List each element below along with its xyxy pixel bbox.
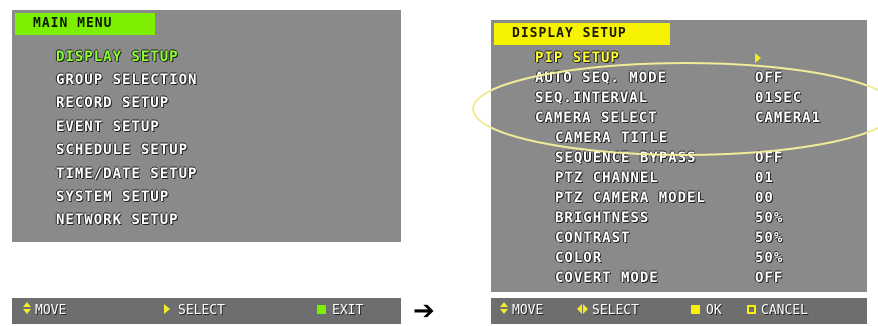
row-brightness[interactable]: BRIGHTNESS xyxy=(555,207,649,229)
value-brightness[interactable]: 50% xyxy=(755,207,783,229)
move-hint: MOVE xyxy=(499,298,543,324)
value-auto-seq-mode[interactable]: OFF xyxy=(755,67,783,89)
value-ptz-camera-model[interactable]: 00 xyxy=(755,187,774,209)
exit-hint: EXIT xyxy=(317,298,363,324)
value-covert-mode[interactable]: OFF xyxy=(755,267,783,289)
row-ptz-channel[interactable]: PTZ CHANNEL xyxy=(555,167,659,189)
value-ptz-channel[interactable]: 01 xyxy=(755,167,774,189)
main-menu-title: MAIN MENU xyxy=(15,13,155,35)
left-right-icon xyxy=(577,304,589,314)
yellow-square-icon xyxy=(691,305,700,314)
value-color[interactable]: 50% xyxy=(755,247,783,269)
main-menu-screen: MAIN MENU DISPLAY SETUP GROUP SELECTION … xyxy=(12,10,401,242)
right-triangle-icon xyxy=(164,304,170,314)
move-hint: MOVE xyxy=(22,298,66,324)
menu-item-group-selection[interactable]: GROUP SELECTION xyxy=(56,69,197,91)
menu-item-time-date-setup[interactable]: TIME/DATE SETUP xyxy=(56,163,197,185)
row-color[interactable]: COLOR xyxy=(555,247,602,269)
row-camera-select[interactable]: CAMERA SELECT xyxy=(535,107,658,129)
ok-hint: OK xyxy=(691,298,722,324)
up-down-icon xyxy=(499,302,509,316)
row-auto-seq-mode[interactable]: AUTO SEQ. MODE xyxy=(535,67,667,89)
main-menu-footer: MOVE SELECT EXIT xyxy=(12,298,401,324)
select-hint: SELECT xyxy=(577,298,639,324)
up-down-icon xyxy=(22,302,32,316)
value-contrast[interactable]: 50% xyxy=(755,227,783,249)
row-pip-setup[interactable]: PIP SETUP xyxy=(535,47,620,69)
transition-arrow-icon: ➔ xyxy=(413,296,435,326)
value-sequence-bypass[interactable]: OFF xyxy=(755,147,783,169)
menu-item-record-setup[interactable]: RECORD SETUP xyxy=(56,92,169,114)
menu-item-event-setup[interactable]: EVENT SETUP xyxy=(56,116,160,138)
cancel-square-icon xyxy=(747,305,756,314)
value-seq-interval[interactable]: 01SEC xyxy=(755,87,802,109)
display-setup-screen: DISPLAY SETUP PIP SETUP AUTO SEQ. MODE O… xyxy=(491,20,867,292)
display-setup-footer: MOVE SELECT OK CANCEL xyxy=(491,298,867,324)
row-camera-title[interactable]: CAMERA TITLE xyxy=(555,127,668,149)
row-seq-interval[interactable]: SEQ.INTERVAL xyxy=(535,87,648,109)
row-sequence-bypass[interactable]: SEQUENCE BYPASS xyxy=(555,147,696,169)
select-hint: SELECT xyxy=(164,298,225,324)
green-square-icon xyxy=(317,305,326,314)
menu-item-network-setup[interactable]: NETWORK SETUP xyxy=(56,209,179,231)
menu-item-system-setup[interactable]: SYSTEM SETUP xyxy=(56,186,169,208)
menu-item-schedule-setup[interactable]: SCHEDULE SETUP xyxy=(56,139,188,161)
row-covert-mode[interactable]: COVERT MODE xyxy=(555,267,659,289)
menu-item-display-setup[interactable]: DISPLAY SETUP xyxy=(56,46,179,68)
cancel-hint: CANCEL xyxy=(747,298,808,324)
row-contrast[interactable]: CONTRAST xyxy=(555,227,630,249)
value-camera-select[interactable]: CAMERA1 xyxy=(755,107,821,129)
display-setup-title: DISPLAY SETUP xyxy=(494,23,670,45)
row-ptz-camera-model[interactable]: PTZ CAMERA MODEL xyxy=(555,187,706,209)
pip-setup-submenu-icon xyxy=(755,53,761,63)
